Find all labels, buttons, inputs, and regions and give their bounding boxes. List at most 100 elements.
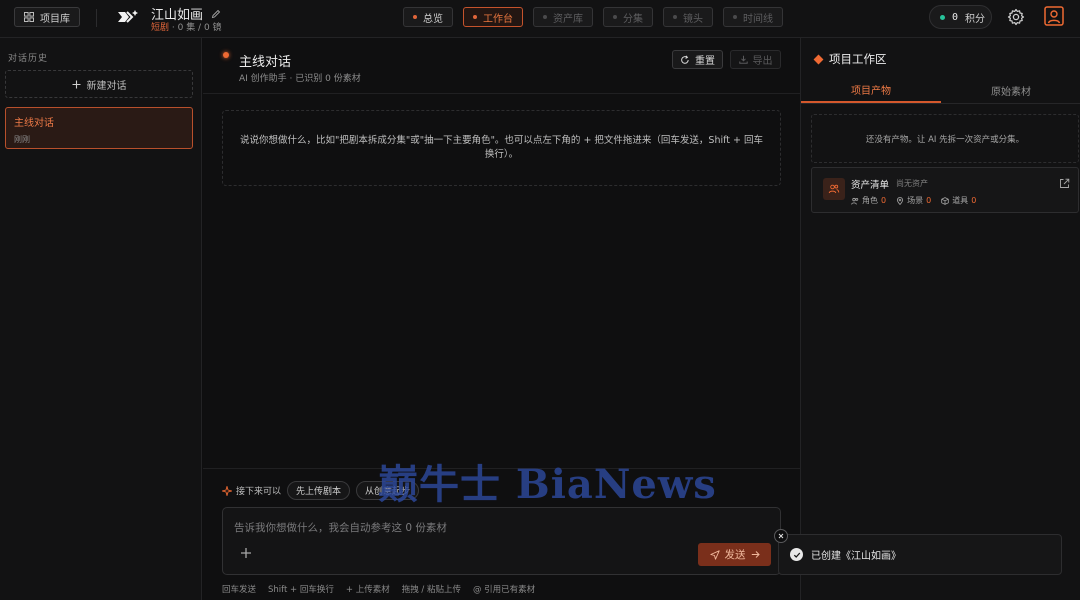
nav-shots[interactable]: 镜头 — [663, 7, 713, 27]
character-count: 角色 0 — [851, 195, 886, 206]
status-dot-icon — [223, 52, 229, 58]
chat-history-label: 对话历史 — [8, 54, 49, 64]
suggestion-upload-script[interactable]: 先上传剧本 — [287, 481, 351, 500]
export-label: 导出 — [752, 56, 773, 67]
nav-dot-icon — [613, 15, 617, 19]
main-nav: 总览 工作台 资产库 分集 镜头 时间线 — [403, 7, 783, 27]
send-button[interactable]: 发送 — [698, 543, 771, 566]
arrow-right-icon — [751, 551, 760, 558]
project-library-label: 项目库 — [40, 13, 70, 25]
toast-notification: 已创建《江山如画》 — [778, 534, 1062, 575]
nav-dot-icon — [473, 15, 477, 19]
empty-outputs-message: 还没有产物。让 AI 先拆一次资产或分集。 — [811, 114, 1079, 163]
count-value: 0 — [971, 196, 977, 205]
user-avatar-icon[interactable] — [1044, 6, 1064, 26]
nav-label: 镜头 — [683, 13, 703, 25]
attach-plus-icon[interactable] — [239, 546, 253, 560]
nav-label: 总览 — [423, 13, 443, 25]
nav-dot-icon — [733, 15, 737, 19]
asset-counts: 角色 0 场景 0 道具 0 — [851, 195, 976, 206]
empty-chat-hint: 说说你想做什么，比如"把剧本拆成分集"或"抽一下主要角色"。也可以点左下角的 +… — [222, 110, 781, 186]
nav-dot-icon — [543, 15, 547, 19]
new-chat-button[interactable]: 新建对话 — [5, 70, 193, 98]
shortcut-hint: 回车发送 — [222, 585, 257, 595]
chat-header: 主线对话 AI 创作助手 · 已识别 0 份素材 重置 导出 — [203, 38, 800, 94]
reset-button[interactable]: 重置 — [672, 50, 723, 69]
suggestion-start-from-idea[interactable]: 从创意起步 — [356, 481, 420, 500]
chat-main: 主线对话 AI 创作助手 · 已识别 0 份素材 重置 导出 说说你想做什么，比… — [203, 38, 800, 600]
workspace-title-text: 项目工作区 — [829, 52, 887, 66]
export-button[interactable]: 导出 — [730, 50, 781, 69]
users-icon — [823, 178, 845, 200]
pencil-icon[interactable] — [211, 9, 221, 19]
shortcut-hint: Shift + 回车换行 — [268, 585, 334, 595]
project-stats: · 0 集 / 0 镜 — [171, 23, 222, 33]
project-library-button[interactable]: 项目库 — [14, 7, 80, 27]
toast-close-icon[interactable] — [774, 529, 788, 543]
grid-icon — [24, 12, 34, 22]
asset-list-title: 资产清单 — [851, 180, 890, 191]
check-circle-icon — [790, 548, 803, 561]
nav-dot-icon — [673, 15, 677, 19]
prop-count: 道具 0 — [941, 195, 976, 206]
project-type-tag: 短剧 — [151, 23, 170, 33]
shortcut-hint: 拖拽 / 粘贴上传 — [401, 585, 461, 595]
logo-icon — [118, 10, 138, 23]
count-value: 0 — [881, 196, 887, 205]
nav-overview[interactable]: 总览 — [403, 7, 453, 27]
refresh-icon — [681, 54, 689, 64]
reset-label: 重置 — [695, 56, 715, 67]
send-label: 发送 — [724, 549, 746, 561]
count-label: 场景 — [907, 196, 924, 205]
nav-episodes[interactable]: 分集 — [603, 7, 653, 27]
composer-area: 接下来可以 先上传剧本 从创意起步 告诉我你想做什么，我会自动参考这 0 份素材… — [203, 468, 800, 600]
credits-value: 0 — [952, 11, 959, 23]
asset-list-note: 尚无资产 — [896, 179, 928, 188]
chat-item-title: 主线对话 — [14, 118, 54, 129]
external-link-icon[interactable] — [1059, 178, 1070, 189]
next-steps-text: 接下来可以 — [236, 487, 282, 497]
scene-count: 场景 0 — [896, 195, 931, 206]
plus-icon — [72, 80, 80, 88]
new-chat-label: 新建对话 — [86, 80, 127, 92]
tab-raw-materials[interactable]: 原始素材 — [941, 78, 1080, 103]
chat-list-item[interactable]: 主线对话 刚刚 — [5, 107, 193, 149]
next-steps-label: 接下来可以 — [222, 484, 281, 497]
person-icon — [851, 197, 859, 205]
nav-label: 时间线 — [743, 13, 773, 25]
download-icon — [738, 55, 748, 64]
credits-badge[interactable]: 0 积分 — [929, 5, 992, 29]
shortcut-hint: @ 引用已有素材 — [472, 585, 536, 595]
gear-icon[interactable] — [1007, 8, 1025, 26]
top-bar: 项目库 江山如画 短剧 · 0 集 / 0 镜 总览 工作台 资产库 分集 镜头… — [0, 0, 1080, 38]
nav-asset-library[interactable]: 资产库 — [533, 7, 593, 27]
count-label: 角色 — [862, 196, 878, 205]
location-pin-icon — [897, 196, 904, 205]
project-meta: 短剧 · 0 集 / 0 镜 — [151, 20, 222, 33]
nav-label: 资产库 — [553, 13, 583, 25]
suggestion-row: 接下来可以 先上传剧本 从创意起步 — [222, 481, 420, 500]
tab-project-outputs[interactable]: 项目产物 — [801, 78, 941, 103]
credits-label: 积分 — [965, 13, 986, 25]
diamond-icon — [813, 54, 824, 64]
workspace-title: 项目工作区 — [813, 51, 887, 67]
send-icon — [709, 549, 720, 560]
toast-message: 已创建《江山如画》 — [811, 551, 901, 562]
asset-list-card[interactable]: 资产清单 尚无资产 角色 0 场景 0 道具 0 — [811, 167, 1079, 213]
count-value: 0 — [926, 196, 932, 205]
project-workspace-panel: 项目工作区 项目产物 原始素材 还没有产物。让 AI 先拆一次资产或分集。 资产… — [800, 38, 1080, 600]
box-icon — [941, 196, 949, 205]
chat-title: 主线对话 — [239, 55, 292, 70]
shortcut-hints: 回车发送 Shift + 回车换行 + 上传素材 拖拽 / 粘贴上传 @ 引用已… — [222, 583, 535, 595]
shortcut-hint: + 上传素材 — [345, 585, 390, 595]
nav-label: 分集 — [623, 13, 643, 25]
message-input-box[interactable]: 告诉我你想做什么，我会自动参考这 0 份素材 发送 — [222, 507, 781, 575]
nav-workbench[interactable]: 工作台 — [463, 7, 523, 27]
nav-timeline[interactable]: 时间线 — [723, 7, 783, 27]
chat-item-time: 刚刚 — [14, 135, 30, 144]
chat-history-sidebar: 对话历史 新建对话 主线对话 刚刚 — [0, 38, 202, 600]
workspace-tabs: 项目产物 原始素材 — [801, 78, 1080, 104]
credits-dot-icon — [940, 14, 945, 20]
sparkle-icon — [222, 485, 232, 496]
nav-label: 工作台 — [483, 13, 513, 25]
